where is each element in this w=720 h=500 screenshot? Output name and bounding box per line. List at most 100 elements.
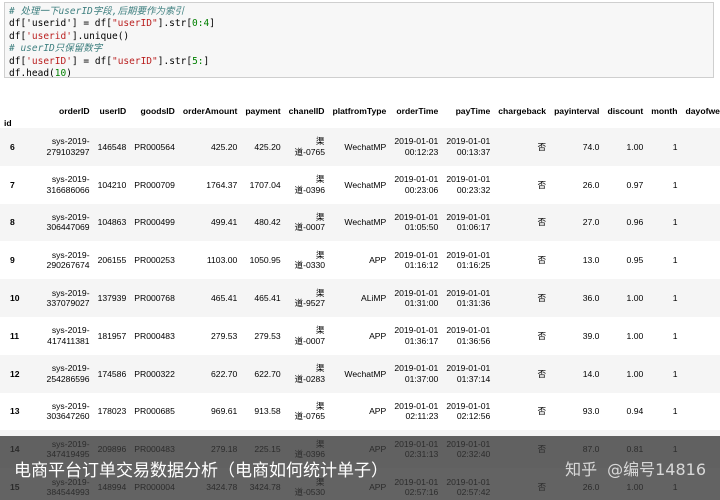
cell-paytime: 2019-01-01 01:36:56 bbox=[442, 317, 494, 355]
cell-orderamount: 622.70 bbox=[211, 368, 238, 379]
index-spacer bbox=[550, 116, 603, 128]
cell-paytime: 2019-01-01 01:31:36 bbox=[442, 279, 494, 317]
cell-dayofweek: 1 bbox=[682, 393, 720, 431]
row-index: 11 bbox=[10, 330, 20, 341]
cell-month: 1 bbox=[672, 179, 678, 190]
cell-month: 1 bbox=[672, 141, 678, 152]
cell-orderamount: 499.41 bbox=[211, 217, 238, 228]
cell-ordertime: 2019-01-01 01:37:00 bbox=[390, 355, 442, 393]
cell-platfromtype: WechatMP bbox=[344, 217, 387, 228]
cell-text: sys-2019-303647260 bbox=[46, 401, 90, 422]
cell-text: 渠道-0283 bbox=[294, 363, 326, 384]
table-row: 13 sys-2019-303647260 178023 PR000685 969.61… bbox=[0, 393, 720, 431]
cell-goodsid: PR000322 bbox=[134, 368, 175, 379]
cell-chanelid: 渠道-0765 bbox=[285, 128, 329, 166]
cell-text: 2019-01-01 00:23:32 bbox=[446, 174, 491, 195]
row-index: 12 bbox=[10, 368, 20, 379]
cell-text: 2019-01-01 01:05:50 bbox=[394, 212, 439, 233]
table-row: 9 sys-2019-290267674 206155 PR000253 1103.00… bbox=[0, 241, 720, 279]
cell-text: 2019-01-01 00:13:37 bbox=[446, 136, 491, 157]
cell-text: 渠道-0765 bbox=[294, 136, 326, 157]
cell-ordertime: 2019-01-01 01:31:00 bbox=[390, 279, 442, 317]
cell-text: 2019-01-01 01:31:36 bbox=[446, 287, 491, 309]
index-spacer bbox=[682, 116, 720, 128]
cell-chargeback: 否 bbox=[537, 368, 547, 379]
cell-orderid: sys-2019-254286596 bbox=[24, 355, 94, 393]
index-spacer bbox=[328, 116, 390, 128]
watermark-site: 知乎 bbox=[565, 460, 598, 479]
index-spacer bbox=[94, 116, 131, 128]
cell-userid: 178023 bbox=[97, 406, 127, 417]
cell-discount: 1.00 bbox=[626, 293, 644, 304]
column-header: orderTime bbox=[396, 106, 439, 116]
cell-userid: 137939 bbox=[97, 293, 127, 304]
cell-payment: 1050.95 bbox=[249, 255, 281, 266]
index-spacer bbox=[285, 116, 329, 128]
column-header: month bbox=[651, 106, 678, 116]
cell-text: 2019-01-01 01:06:17 bbox=[446, 212, 491, 233]
corner-cell bbox=[0, 86, 24, 116]
cell-userid: 104863 bbox=[97, 217, 127, 228]
row-index: 7 bbox=[10, 179, 15, 190]
cell-discount: 0.96 bbox=[626, 217, 644, 228]
index-spacer bbox=[390, 116, 442, 128]
cell-ordertime: 2019-01-01 02:11:23 bbox=[390, 393, 442, 431]
column-header: discount bbox=[607, 106, 644, 116]
table-row: 7 sys-2019-316686066 104210 PR000709 1764.37… bbox=[0, 166, 720, 204]
cell-goodsid: PR000253 bbox=[134, 255, 175, 266]
column-header: orderID bbox=[59, 106, 90, 116]
cell-payment: 465.41 bbox=[254, 293, 281, 304]
cell-chargeback: 否 bbox=[537, 217, 547, 228]
row-index: 6 bbox=[10, 141, 15, 152]
cell-dayofweek: 1 bbox=[682, 204, 720, 242]
cell-orderid: sys-2019-303647260 bbox=[24, 393, 94, 431]
cell-chargeback: 否 bbox=[537, 406, 547, 417]
cell-chanelid: 渠道-9527 bbox=[285, 279, 329, 317]
cell-userid: 174586 bbox=[97, 368, 127, 379]
cell-text: 2019-01-01 01:37:00 bbox=[394, 363, 439, 384]
cell-chargeback: 否 bbox=[537, 179, 547, 190]
column-header: dayofweek bbox=[685, 106, 720, 116]
cell-platfromtype: APP bbox=[369, 255, 387, 266]
cell-discount: 0.94 bbox=[626, 406, 644, 417]
cell-userid: 181957 bbox=[97, 330, 127, 341]
cell-payinterval: 36.0 bbox=[582, 293, 600, 304]
cell-payment: 913.58 bbox=[254, 406, 281, 417]
cell-text: sys-2019-279103297 bbox=[46, 136, 90, 157]
index-spacer bbox=[241, 116, 284, 128]
cell-payinterval: 93.0 bbox=[582, 406, 600, 417]
cell-chanelid: 渠道-0765 bbox=[285, 393, 329, 431]
table-row: 12 sys-2019-254286596 174586 PR000322 622.70… bbox=[0, 354, 720, 393]
cell-platfromtype: WechatMP bbox=[344, 141, 387, 152]
index-spacer bbox=[494, 116, 550, 128]
cell-payment: 279.53 bbox=[254, 330, 281, 341]
cell-orderamount: 1764.37 bbox=[206, 179, 238, 190]
code-cell[interactable]: # 处理一下userID字段,后期要作为索引 df['userid'] = df… bbox=[4, 2, 714, 78]
cell-dayofweek: 1 bbox=[682, 128, 720, 166]
column-header: platfromType bbox=[332, 106, 387, 116]
cell-payment: 425.20 bbox=[254, 141, 281, 152]
cell-month: 1 bbox=[672, 330, 678, 341]
cell-platfromtype: APP bbox=[369, 406, 387, 417]
column-header: chanelID bbox=[288, 106, 325, 116]
cell-orderid: sys-2019-290267674 bbox=[24, 241, 94, 279]
cell-text: sys-2019-254286596 bbox=[46, 363, 90, 384]
cell-discount: 1.00 bbox=[626, 368, 644, 379]
cell-discount: 1.00 bbox=[626, 141, 644, 152]
cell-orderamount: 279.53 bbox=[211, 330, 238, 341]
cell-text: 渠道-0007 bbox=[294, 212, 326, 233]
cell-month: 1 bbox=[672, 406, 678, 417]
index-spacer bbox=[179, 116, 241, 128]
cell-userid: 104210 bbox=[97, 179, 127, 190]
cell-payment: 480.42 bbox=[254, 217, 281, 228]
cell-text: 2019-01-01 01:36:56 bbox=[446, 325, 491, 346]
cell-payment: 622.70 bbox=[254, 368, 281, 379]
cell-text: sys-2019-316686066 bbox=[46, 174, 90, 195]
cell-text: 2019-01-01 01:36:17 bbox=[394, 325, 439, 346]
cell-dayofweek: 1 bbox=[682, 317, 720, 355]
cell-orderid: sys-2019-306447069 bbox=[24, 204, 94, 242]
cell-payinterval: 27.0 bbox=[582, 217, 600, 228]
column-header: orderAmount bbox=[182, 106, 238, 116]
cell-orderid: sys-2019-316686066 bbox=[24, 166, 94, 204]
cell-text: 2019-01-01 01:16:12 bbox=[394, 249, 439, 271]
